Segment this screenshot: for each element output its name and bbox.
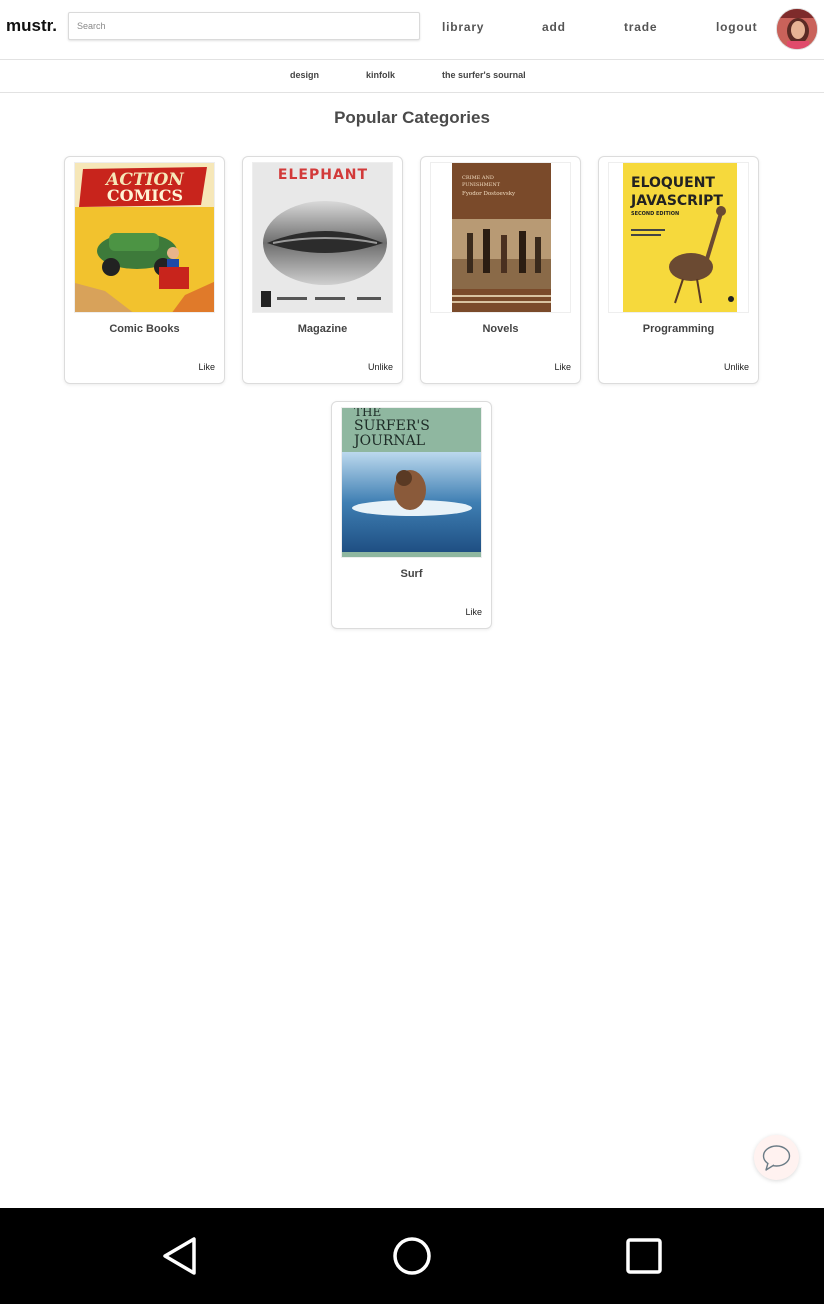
unlike-button[interactable]: Unlike: [724, 362, 749, 372]
app-logo[interactable]: mustr.: [6, 16, 57, 36]
comic-cover-title-2: COMICS: [107, 186, 183, 205]
unlike-button[interactable]: Unlike: [368, 362, 393, 372]
search-input[interactable]: [68, 12, 420, 40]
js-cover-title-2: JAVASCRIPT: [630, 193, 723, 209]
like-button[interactable]: Like: [198, 362, 215, 372]
category-card-magazine[interactable]: ELEPHANT Magazine Unlike: [242, 156, 403, 384]
programming-cover-image: ELOQUENT JAVASCRIPT SECOND EDITION: [608, 162, 749, 313]
magazine-cover-image: ELEPHANT: [252, 162, 393, 313]
card-title: Magazine: [297, 323, 348, 335]
js-cover-edition: SECOND EDITION: [631, 211, 679, 217]
card-title: Surf: [400, 568, 423, 580]
novels-cover-image: CRIME AND PUNISHMENT Fyodor Dostoevsky: [430, 162, 571, 313]
surf-cover-title-3: JOURNAL: [352, 433, 425, 449]
nav-library-link[interactable]: library: [442, 20, 484, 34]
surf-cover-image: THE SURFER'S JOURNAL: [341, 407, 482, 558]
like-button[interactable]: Like: [465, 607, 482, 617]
chat-button[interactable]: [754, 1135, 799, 1180]
subnav-surfers-journal[interactable]: the surfer's sournal: [442, 70, 526, 80]
user-avatar[interactable]: [776, 8, 818, 50]
back-triangle-icon[interactable]: [160, 1236, 200, 1276]
comic-books-cover-image: ACTION COMICS: [74, 162, 215, 313]
js-cover-title-1: ELOQUENT: [631, 175, 715, 191]
recents-square-icon[interactable]: [624, 1236, 664, 1276]
nav-add-link[interactable]: add: [542, 20, 566, 34]
chat-bubble-icon: [762, 1145, 791, 1171]
card-title: Programming: [642, 323, 715, 335]
magazine-cover-title: ELEPHANT: [278, 167, 368, 183]
novel-cover-author: Fyodor Dostoevsky: [462, 191, 516, 197]
avatar-portrait-icon: [777, 9, 817, 49]
category-card-novels[interactable]: CRIME AND PUNISHMENT Fyodor Dostoevsky N…: [420, 156, 581, 384]
surf-cover-title-2: SURFER'S: [354, 418, 430, 434]
nav-logout-link[interactable]: logout: [716, 20, 757, 34]
novel-cover-title-2: PUNISHMENT: [462, 182, 501, 188]
system-navigation-bar: [0, 1208, 824, 1304]
like-button[interactable]: Like: [554, 362, 571, 372]
novel-cover-title-1: CRIME AND: [462, 175, 494, 181]
subnav-kinfolk[interactable]: kinfolk: [366, 70, 395, 80]
subnav-design[interactable]: design: [290, 70, 319, 80]
top-navigation-bar: mustr. library add trade logout: [0, 0, 824, 60]
card-title: Comic Books: [109, 323, 180, 335]
category-card-surf[interactable]: THE SURFER'S JOURNAL Surf Like: [331, 401, 492, 629]
home-circle-icon[interactable]: [390, 1234, 434, 1278]
category-subnav: design kinfolk the surfer's sournal: [0, 60, 824, 93]
card-title: Novels: [482, 323, 519, 335]
category-card-programming[interactable]: ELOQUENT JAVASCRIPT SECOND EDITION Progr…: [598, 156, 759, 384]
category-card-comic-books[interactable]: ACTION COMICS Comic Books Like: [64, 156, 225, 384]
page-title: Popular Categories: [334, 108, 490, 127]
nav-trade-link[interactable]: trade: [624, 20, 657, 34]
